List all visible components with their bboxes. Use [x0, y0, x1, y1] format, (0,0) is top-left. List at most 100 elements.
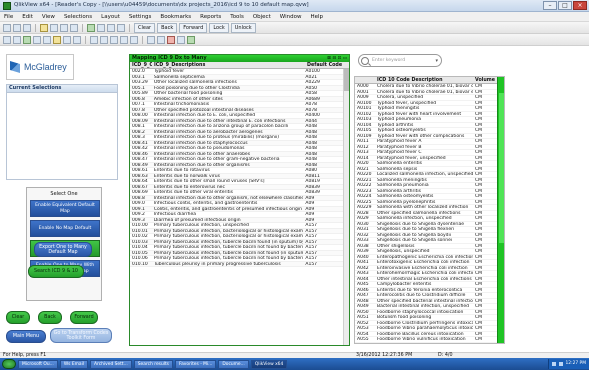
volume-icon[interactable]: [558, 362, 563, 366]
menu-help[interactable]: Help: [310, 14, 323, 20]
search-keyword-box[interactable]: Enter keyword ▾: [358, 54, 442, 67]
menu-settings[interactable]: Settings: [129, 14, 152, 20]
icd10-description-cell: Enterotoxigenic Escherichia coli infecti…: [377, 260, 470, 265]
space-vertical-icon[interactable]: [157, 35, 165, 44]
network-icon[interactable]: [551, 362, 556, 366]
enable-no-map-default-button[interactable]: Enable No Map Default: [30, 220, 100, 237]
search-placeholder[interactable]: Enter keyword: [372, 58, 405, 63]
toolbar-separator: [35, 23, 36, 32]
slider-object-icon[interactable]: [63, 35, 71, 44]
scrollbar-thumb[interactable]: [344, 69, 349, 91]
menu-file[interactable]: File: [4, 14, 13, 20]
mapping-table-scrollbar[interactable]: [343, 69, 349, 345]
search-icon[interactable]: [117, 23, 125, 32]
menu-bookmarks[interactable]: Bookmarks: [160, 14, 191, 20]
icd9-code-cell: 008.42: [132, 146, 148, 151]
close-button[interactable]: ×: [573, 1, 587, 10]
toolbar-clear-button[interactable]: Clear: [134, 22, 156, 33]
document-properties-icon[interactable]: [107, 23, 115, 32]
help-icon[interactable]: [187, 35, 195, 44]
sheet-properties-icon[interactable]: [97, 23, 105, 32]
main-menu-button[interactable]: Main Menu: [6, 330, 46, 343]
header-volume[interactable]: Volume: [473, 77, 497, 83]
open-icon[interactable]: [3, 23, 11, 32]
print-icon[interactable]: [23, 23, 31, 32]
delete-object-icon[interactable]: [167, 35, 175, 44]
icd9-description-cell: Typhoid fever: [153, 69, 185, 74]
menu-window[interactable]: Window: [280, 14, 302, 20]
button-object-icon[interactable]: [53, 35, 61, 44]
menu-layout[interactable]: Layout: [101, 14, 120, 20]
menu-reports[interactable]: Reports: [200, 14, 221, 20]
enable-equivalent-default-map-button[interactable]: Enable Equivalent Default Map: [30, 200, 100, 217]
align-center-icon[interactable]: [100, 35, 108, 44]
icd10-description-cell: Other specified salmonella infections: [377, 210, 461, 215]
align-right-icon[interactable]: [110, 35, 118, 44]
save-icon[interactable]: [13, 23, 21, 32]
icd9-description-cell: Enteritis due to other viral enteritis: [153, 190, 234, 195]
toolbar-lock-button[interactable]: Lock: [209, 22, 229, 33]
search-icd-button[interactable]: Search ICD 9 & 10: [28, 265, 84, 278]
export-one-to-many-button[interactable]: Export One to Many Default Map: [34, 242, 92, 257]
table-row[interactable]: 010.10 Tuberculous pleurisy in primary pr…: [130, 261, 343, 267]
edit-script-icon[interactable]: [40, 23, 48, 32]
icd9-description-cell: Primary tuberculous infection, tubercle …: [153, 250, 304, 255]
forward-button[interactable]: Forward: [70, 311, 98, 324]
undo-icon[interactable]: [60, 23, 68, 32]
listbox-icon[interactable]: [13, 35, 21, 44]
table-box-icon[interactable]: [33, 35, 41, 44]
redo-icon[interactable]: [70, 23, 78, 32]
taskbar-item[interactable]: Ws Email: [59, 359, 89, 369]
icd10-description-cell: Shigellosis due to Shigella dysenteriae: [377, 221, 464, 226]
icd10-table-scrollbar[interactable]: [497, 77, 504, 343]
new-sheet-icon[interactable]: [3, 35, 11, 44]
space-horizontal-icon[interactable]: [147, 35, 155, 44]
caption-window-icons[interactable]: ⊠ ⊟ ⊡ ▭: [327, 55, 347, 62]
icd10-table-body: A000 Cholera due to Vibrio cholerae 01, b…: [355, 84, 497, 343]
toolbar-unlock-button[interactable]: Unlock: [230, 22, 256, 33]
header-icd9-code[interactable]: ICD_9_Code: [130, 62, 152, 68]
align-top-icon[interactable]: [120, 35, 128, 44]
clear-button[interactable]: Clear: [6, 311, 30, 324]
header-icd9-descriptions[interactable]: ICD_9_Descriptions: [152, 62, 305, 68]
maximize-button[interactable]: □: [558, 1, 572, 10]
toolbar-back-button[interactable]: Back: [157, 22, 178, 33]
taskbar-item[interactable]: Docume...: [218, 359, 249, 369]
bookmark-object-icon[interactable]: [73, 35, 81, 44]
header-icd10-description[interactable]: ICD 10 Code Description: [375, 77, 473, 83]
align-bottom-icon[interactable]: [130, 35, 138, 44]
grid-icon[interactable]: [177, 35, 185, 44]
table-row[interactable]: A055 Foodborne Vibrio vulnificus intoxica…: [355, 337, 497, 343]
taskbar-item[interactable]: Archived Sett...: [90, 359, 132, 369]
taskbar-item[interactable]: Search results: [133, 359, 173, 369]
back-button[interactable]: Back: [38, 311, 62, 324]
tray-clock[interactable]: 12:27 PM: [566, 359, 587, 369]
taskbar-item-qlikview[interactable]: QlikView x64: [250, 359, 288, 369]
menu-tools[interactable]: Tools: [230, 14, 244, 20]
text-object-icon[interactable]: [43, 35, 51, 44]
go-to-transform-codes-button[interactable]: Go to Transform Codes Toolkit Form: [50, 328, 112, 343]
header-icd10-code[interactable]: [355, 77, 375, 83]
table-viewer-icon[interactable]: [87, 23, 95, 32]
scrollbar-thumb[interactable]: [499, 93, 504, 243]
reload-icon[interactable]: [50, 23, 58, 32]
toolbar-forward-button[interactable]: Forward: [179, 22, 208, 33]
icd9-code-cell: 010.02: [132, 234, 148, 239]
menu-object[interactable]: Object: [253, 14, 271, 20]
chart-icon[interactable]: [23, 35, 31, 44]
taskbar-item[interactable]: Microsoft Ou...: [18, 359, 58, 369]
taskbar-item[interactable]: Favorites - Mi...: [174, 359, 217, 369]
start-button[interactable]: [2, 359, 16, 369]
icd10-code-cell: A0222: [357, 183, 372, 188]
current-selections-box[interactable]: Current Selections: [6, 84, 118, 180]
menu-view[interactable]: View: [42, 14, 55, 20]
minimize-button[interactable]: –: [543, 1, 557, 10]
volume-cell: CM: [475, 298, 483, 303]
icd9-code-cell: 010.05: [132, 250, 148, 255]
search-dropdown-icon[interactable]: ▾: [435, 58, 438, 64]
align-left-icon[interactable]: [90, 35, 98, 44]
menu-edit[interactable]: Edit: [22, 14, 33, 20]
header-default-code[interactable]: Default Code: [305, 62, 345, 68]
icd9-code-cell: 003.1: [132, 74, 145, 79]
menu-selections[interactable]: Selections: [64, 14, 92, 20]
